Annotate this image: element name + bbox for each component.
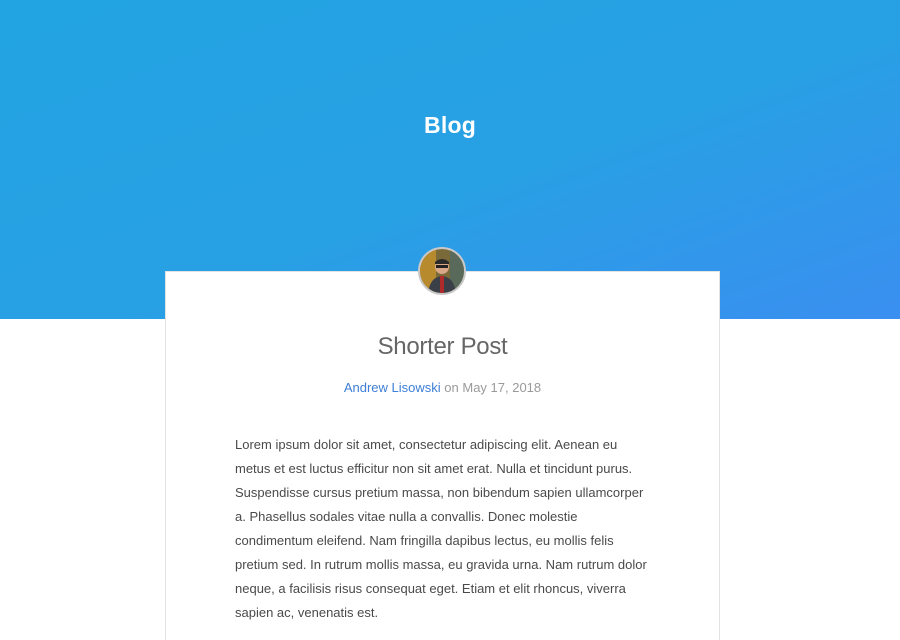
post-title: Shorter Post — [377, 333, 508, 360]
post-date: May 17, 2018 — [462, 380, 542, 395]
author-avatar[interactable] — [418, 247, 466, 295]
blog-title: Blog — [424, 112, 476, 138]
date-prefix: on — [440, 380, 463, 395]
post-body: Lorem ipsum dolor sit amet, consectetur … — [235, 437, 647, 620]
post-meta: Andrew Lisowski on May 17, 2018 — [165, 380, 720, 395]
author-link[interactable]: Andrew Lisowski — [344, 380, 441, 395]
avatar-image — [420, 249, 464, 293]
